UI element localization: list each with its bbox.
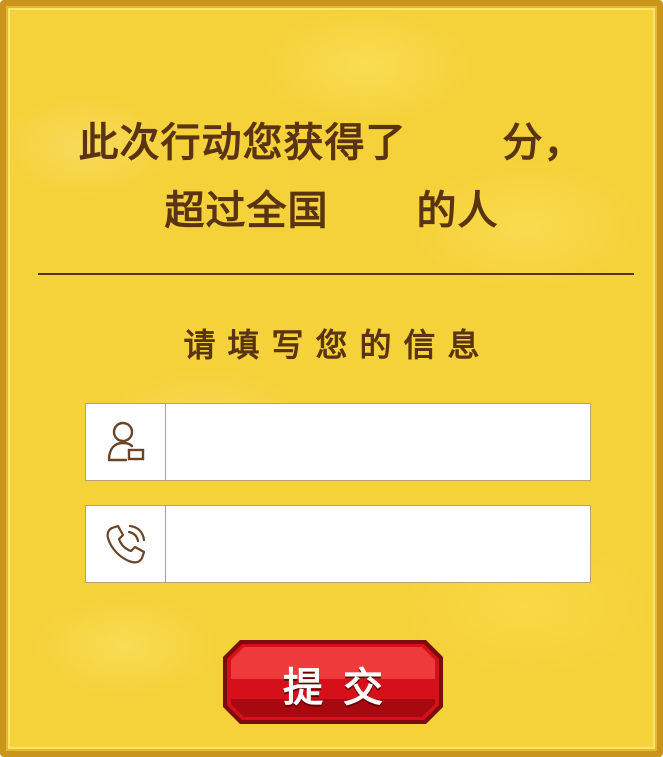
form-title: 请填写您的信息: [183, 326, 492, 364]
phone-field[interactable]: [85, 505, 591, 583]
rank-prefix: 超过全国: [164, 188, 329, 234]
result-panel: 此次行动您获得了 分， 超过全国 的人 请填写您的信息 提交: [0, 0, 663, 757]
score-prefix: 此次行动您获得了: [78, 120, 407, 166]
name-icon-cell: [86, 404, 166, 480]
rank-line: 超过全国 的人: [6, 178, 657, 236]
rank-suffix: 的人: [416, 188, 499, 234]
score-suffix: 分，: [502, 120, 585, 166]
user-icon: [107, 421, 144, 462]
divider: [38, 273, 634, 275]
phone-icon: [106, 524, 145, 564]
score-line: 此次行动您获得了 分，: [6, 110, 657, 168]
phone-icon-cell: [86, 506, 166, 582]
submit-label: 提交: [283, 665, 403, 711]
submit-button[interactable]: 提交: [222, 639, 444, 725]
name-field[interactable]: [85, 403, 591, 481]
name-input[interactable]: [166, 404, 590, 480]
phone-input[interactable]: [166, 506, 590, 582]
